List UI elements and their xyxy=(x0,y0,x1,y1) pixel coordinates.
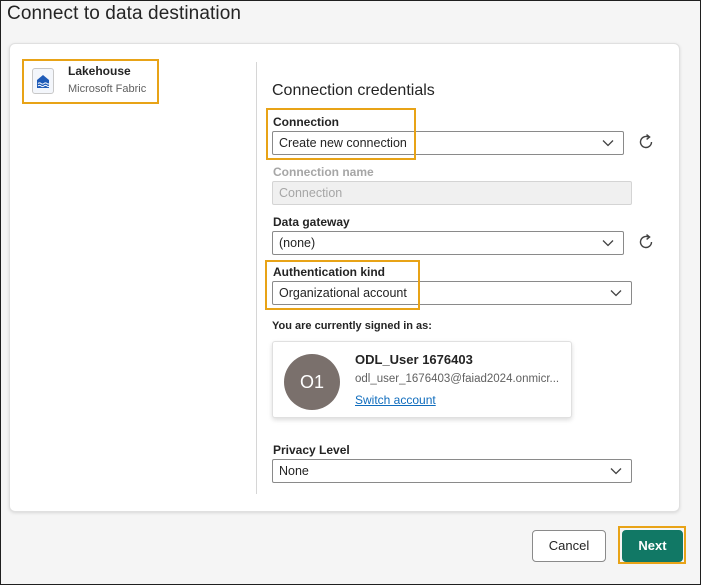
account-name: ODL_User 1676403 xyxy=(355,352,473,367)
data-gateway-label: Data gateway xyxy=(273,215,350,229)
section-title: Connection credentials xyxy=(272,82,435,99)
chevron-down-icon xyxy=(610,468,622,475)
connection-name-placeholder: Connection xyxy=(279,186,343,200)
destination-item-lakehouse[interactable]: Lakehouse Microsoft Fabric xyxy=(22,61,157,103)
connection-name-input[interactable]: Connection xyxy=(272,181,632,205)
panel-divider xyxy=(256,62,257,494)
refresh-gateway-icon[interactable] xyxy=(636,232,656,252)
account-card: O1 ODL_User 1676403 odl_user_1676403@fai… xyxy=(272,341,572,418)
next-button[interactable]: Next xyxy=(622,530,683,562)
privacy-level-value: None xyxy=(279,464,309,478)
privacy-level-dropdown[interactable]: None xyxy=(272,459,632,483)
chevron-down-icon xyxy=(602,140,614,147)
auth-kind-dropdown[interactable]: Organizational account xyxy=(272,281,632,305)
dialog-title: Connect to data destination xyxy=(7,3,242,24)
privacy-level-label: Privacy Level xyxy=(273,443,350,457)
lakehouse-icon xyxy=(32,68,54,94)
data-gateway-dropdown[interactable]: (none) xyxy=(272,231,624,255)
data-gateway-value: (none) xyxy=(279,236,316,250)
cancel-button[interactable]: Cancel xyxy=(532,530,606,562)
switch-account-link[interactable]: Switch account xyxy=(355,393,436,407)
account-email: odl_user_1676403@faiad2024.onmicr... xyxy=(355,373,560,385)
refresh-connection-icon[interactable] xyxy=(636,132,656,152)
connection-dropdown[interactable]: Create new connection xyxy=(272,131,624,155)
destination-name: Lakehouse xyxy=(68,64,131,78)
connection-label: Connection xyxy=(273,115,339,129)
chevron-down-icon xyxy=(610,290,622,297)
connection-name-label: Connection name xyxy=(273,165,374,179)
destination-provider: Microsoft Fabric xyxy=(68,83,147,95)
chevron-down-icon xyxy=(602,240,614,247)
connection-value: Create new connection xyxy=(279,136,407,150)
auth-kind-label: Authentication kind xyxy=(273,265,385,279)
signed-in-label: You are currently signed in as: xyxy=(272,320,432,332)
auth-kind-value: Organizational account xyxy=(279,286,407,300)
avatar: O1 xyxy=(284,354,340,410)
